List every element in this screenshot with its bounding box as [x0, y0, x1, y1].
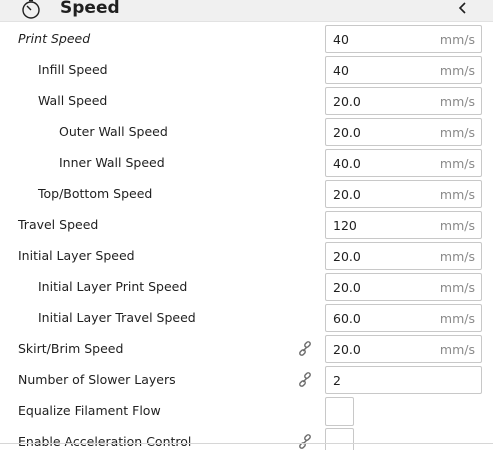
setting-label: Initial Layer Speed: [18, 248, 135, 263]
setting-label: Number of Slower Layers: [18, 372, 176, 387]
panel-divider: [0, 443, 493, 444]
link-icon[interactable]: [297, 372, 313, 388]
setting-row-print-speed: Print Speed 40 mm/s: [0, 24, 493, 55]
setting-row-travel-speed: Travel Speed 120 mm/s: [0, 210, 493, 241]
setting-label: Enable Acceleration Control: [18, 434, 192, 449]
number-of-slower-layers-input[interactable]: 2: [325, 366, 482, 394]
setting-row-outer-wall-speed: Outer Wall Speed 20.0 mm/s: [0, 117, 493, 148]
field-value: 20.0: [333, 125, 361, 140]
setting-row-top-bottom-speed: Top/Bottom Speed 20.0 mm/s: [0, 179, 493, 210]
field-unit: mm/s: [439, 187, 475, 202]
field-value: 20.0: [333, 280, 361, 295]
setting-label: Initial Layer Print Speed: [38, 279, 188, 294]
setting-row-initial-layer-travel-speed: Initial Layer Travel Speed 60.0 mm/s: [0, 303, 493, 334]
field-value: 60.0: [333, 311, 361, 326]
setting-label: Equalize Filament Flow: [18, 403, 161, 418]
setting-row-initial-layer-print-speed: Initial Layer Print Speed 20.0 mm/s: [0, 272, 493, 303]
setting-row-wall-speed: Wall Speed 20.0 mm/s: [0, 86, 493, 117]
print-speed-input[interactable]: 40 mm/s: [325, 25, 482, 53]
link-icon[interactable]: [297, 341, 313, 357]
top-bottom-speed-input[interactable]: 20.0 mm/s: [325, 180, 482, 208]
speedometer-icon: [22, 0, 40, 19]
field-unit: mm/s: [439, 218, 475, 233]
field-unit: mm/s: [439, 32, 475, 47]
setting-row-infill-speed: Infill Speed 40 mm/s: [0, 55, 493, 86]
setting-label: Outer Wall Speed: [59, 124, 168, 139]
field-unit: mm/s: [439, 156, 475, 171]
field-value: 40: [333, 32, 349, 47]
setting-label: Inner Wall Speed: [59, 155, 165, 170]
travel-speed-input[interactable]: 120 mm/s: [325, 211, 482, 239]
field-value: 20.0: [333, 342, 361, 357]
field-value: 120: [333, 218, 357, 233]
setting-label: Print Speed: [18, 31, 91, 46]
field-value: 20.0: [333, 94, 361, 109]
field-unit: mm/s: [439, 249, 475, 264]
setting-label: Skirt/Brim Speed: [18, 341, 124, 356]
setting-row-initial-layer-speed: Initial Layer Speed 20.0 mm/s: [0, 241, 493, 272]
field-unit: mm/s: [439, 311, 475, 326]
enable-acceleration-control-checkbox[interactable]: [325, 428, 354, 450]
initial-layer-travel-speed-input[interactable]: 60.0 mm/s: [325, 304, 482, 332]
wall-speed-input[interactable]: 20.0 mm/s: [325, 87, 482, 115]
initial-layer-print-speed-input[interactable]: 20.0 mm/s: [325, 273, 482, 301]
field-unit: mm/s: [439, 125, 475, 140]
setting-row-equalize-filament-flow: Equalize Filament Flow: [0, 396, 493, 427]
field-unit: mm/s: [439, 63, 475, 78]
field-value: 40.0: [333, 156, 361, 171]
setting-label: Infill Speed: [38, 62, 108, 77]
field-value: 20.0: [333, 187, 361, 202]
link-icon[interactable]: [297, 434, 313, 450]
infill-speed-input[interactable]: 40 mm/s: [325, 56, 482, 84]
skirt-brim-speed-input[interactable]: 20.0 mm/s: [325, 335, 482, 363]
setting-label: Travel Speed: [18, 217, 99, 232]
inner-wall-speed-input[interactable]: 40.0 mm/s: [325, 149, 482, 177]
speed-settings-panel: Speed Print Speed 40 mm/s Infill Speed 40 mm/…: [0, 0, 493, 450]
setting-label: Initial Layer Travel Speed: [38, 310, 196, 325]
category-header[interactable]: Speed: [0, 0, 493, 22]
setting-row-inner-wall-speed: Inner Wall Speed 40.0 mm/s: [0, 148, 493, 179]
field-value: 2: [333, 373, 341, 388]
field-unit: mm/s: [439, 94, 475, 109]
setting-row-skirt-brim-speed: Skirt/Brim Speed 20.0 mm/s: [0, 334, 493, 365]
field-value: 20.0: [333, 249, 361, 264]
field-unit: mm/s: [439, 342, 475, 357]
setting-row-number-of-slower-layers: Number of Slower Layers 2: [0, 365, 493, 396]
setting-label: Wall Speed: [38, 93, 108, 108]
field-value: 40: [333, 63, 349, 78]
chevron-left-icon[interactable]: [456, 0, 470, 18]
category-title: Speed: [60, 0, 120, 18]
initial-layer-speed-input[interactable]: 20.0 mm/s: [325, 242, 482, 270]
equalize-filament-flow-checkbox[interactable]: [325, 397, 354, 426]
outer-wall-speed-input[interactable]: 20.0 mm/s: [325, 118, 482, 146]
field-unit: mm/s: [439, 280, 475, 295]
setting-label: Top/Bottom Speed: [38, 186, 153, 201]
setting-row-enable-acceleration-control: Enable Acceleration Control: [0, 427, 493, 450]
